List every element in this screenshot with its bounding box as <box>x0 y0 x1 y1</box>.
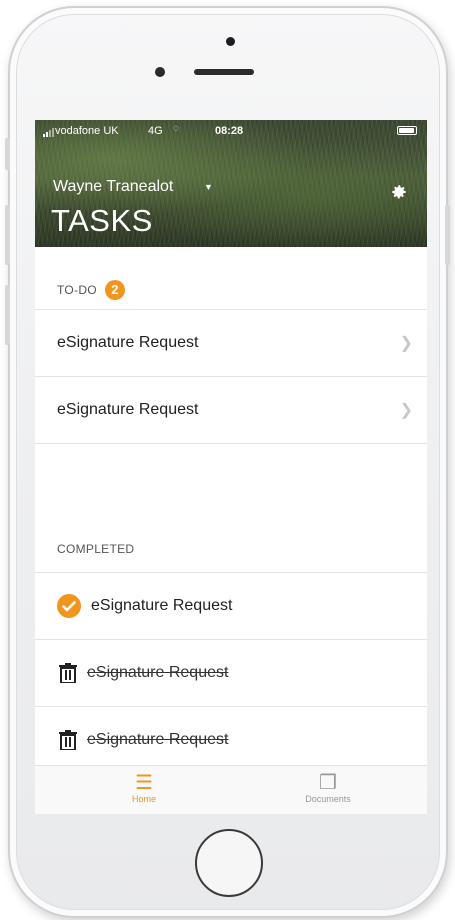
deleted-item[interactable]: eSignature Request <box>35 639 427 706</box>
network-type: 4G <box>148 125 163 137</box>
account-switcher[interactable]: Wayne Tranealot <box>53 178 173 196</box>
status-time: 08:28 <box>215 125 244 137</box>
volume-down-button <box>5 285 10 345</box>
front-camera <box>155 67 165 77</box>
volume-up-button <box>5 205 10 265</box>
activity-icon: ◌ <box>173 123 179 134</box>
carrier-name: vodafone UK <box>55 125 119 137</box>
completed-section-label: COMPLETED <box>57 542 135 556</box>
gear-icon[interactable] <box>390 183 408 201</box>
deleted-item[interactable]: eSignature Request <box>35 706 427 773</box>
earpiece-speaker <box>194 69 254 75</box>
chevron-right-icon: ❯ <box>399 402 413 419</box>
todo-item[interactable]: eSignature Request ❯ <box>35 376 427 443</box>
status-bar: vodafone UK 4G ◌ 08:28 <box>35 120 427 142</box>
completed-item-label: eSignature Request <box>91 597 233 614</box>
divider <box>35 443 427 444</box>
completed-section-header: COMPLETED <box>57 542 134 556</box>
todo-section-label: TO-DO <box>57 283 97 297</box>
caret-down-icon[interactable]: ▼ <box>204 182 213 192</box>
check-icon <box>57 594 81 618</box>
todo-section-header: TO-DO 2 <box>57 280 125 300</box>
power-button <box>445 205 450 265</box>
documents-icon: ❒ <box>319 772 337 794</box>
page-title: TASKS <box>51 203 153 238</box>
battery-icon <box>397 126 417 135</box>
proximity-sensor <box>226 37 235 46</box>
todo-item-label: eSignature Request <box>57 401 199 418</box>
todo-item[interactable]: eSignature Request ❯ <box>35 309 427 376</box>
trash-icon <box>59 663 77 683</box>
trash-icon <box>59 730 77 750</box>
tab-bar: ☰ Home ❒ Documents <box>35 765 427 814</box>
tab-documents-label: Documents <box>305 794 351 804</box>
app-screen: vodafone UK 4G ◌ 08:28 Wayne Tranealot ▼… <box>35 120 427 814</box>
deleted-item-label: eSignature Request <box>87 731 229 748</box>
completed-item[interactable]: eSignature Request <box>35 572 427 639</box>
todo-item-label: eSignature Request <box>57 334 199 351</box>
tab-home[interactable]: ☰ Home <box>84 772 204 804</box>
tab-home-label: Home <box>131 794 156 804</box>
tab-documents[interactable]: ❒ Documents <box>268 772 388 804</box>
menu-icon: ☰ <box>135 772 153 794</box>
signal-strength-icon <box>43 128 54 137</box>
mute-switch <box>5 138 10 170</box>
tasks-header: vodafone UK 4G ◌ 08:28 Wayne Tranealot ▼… <box>35 120 427 247</box>
home-button[interactable] <box>195 829 263 897</box>
todo-count-badge: 2 <box>104 280 125 300</box>
deleted-item-label: eSignature Request <box>87 664 229 681</box>
chevron-right-icon: ❯ <box>399 335 413 352</box>
